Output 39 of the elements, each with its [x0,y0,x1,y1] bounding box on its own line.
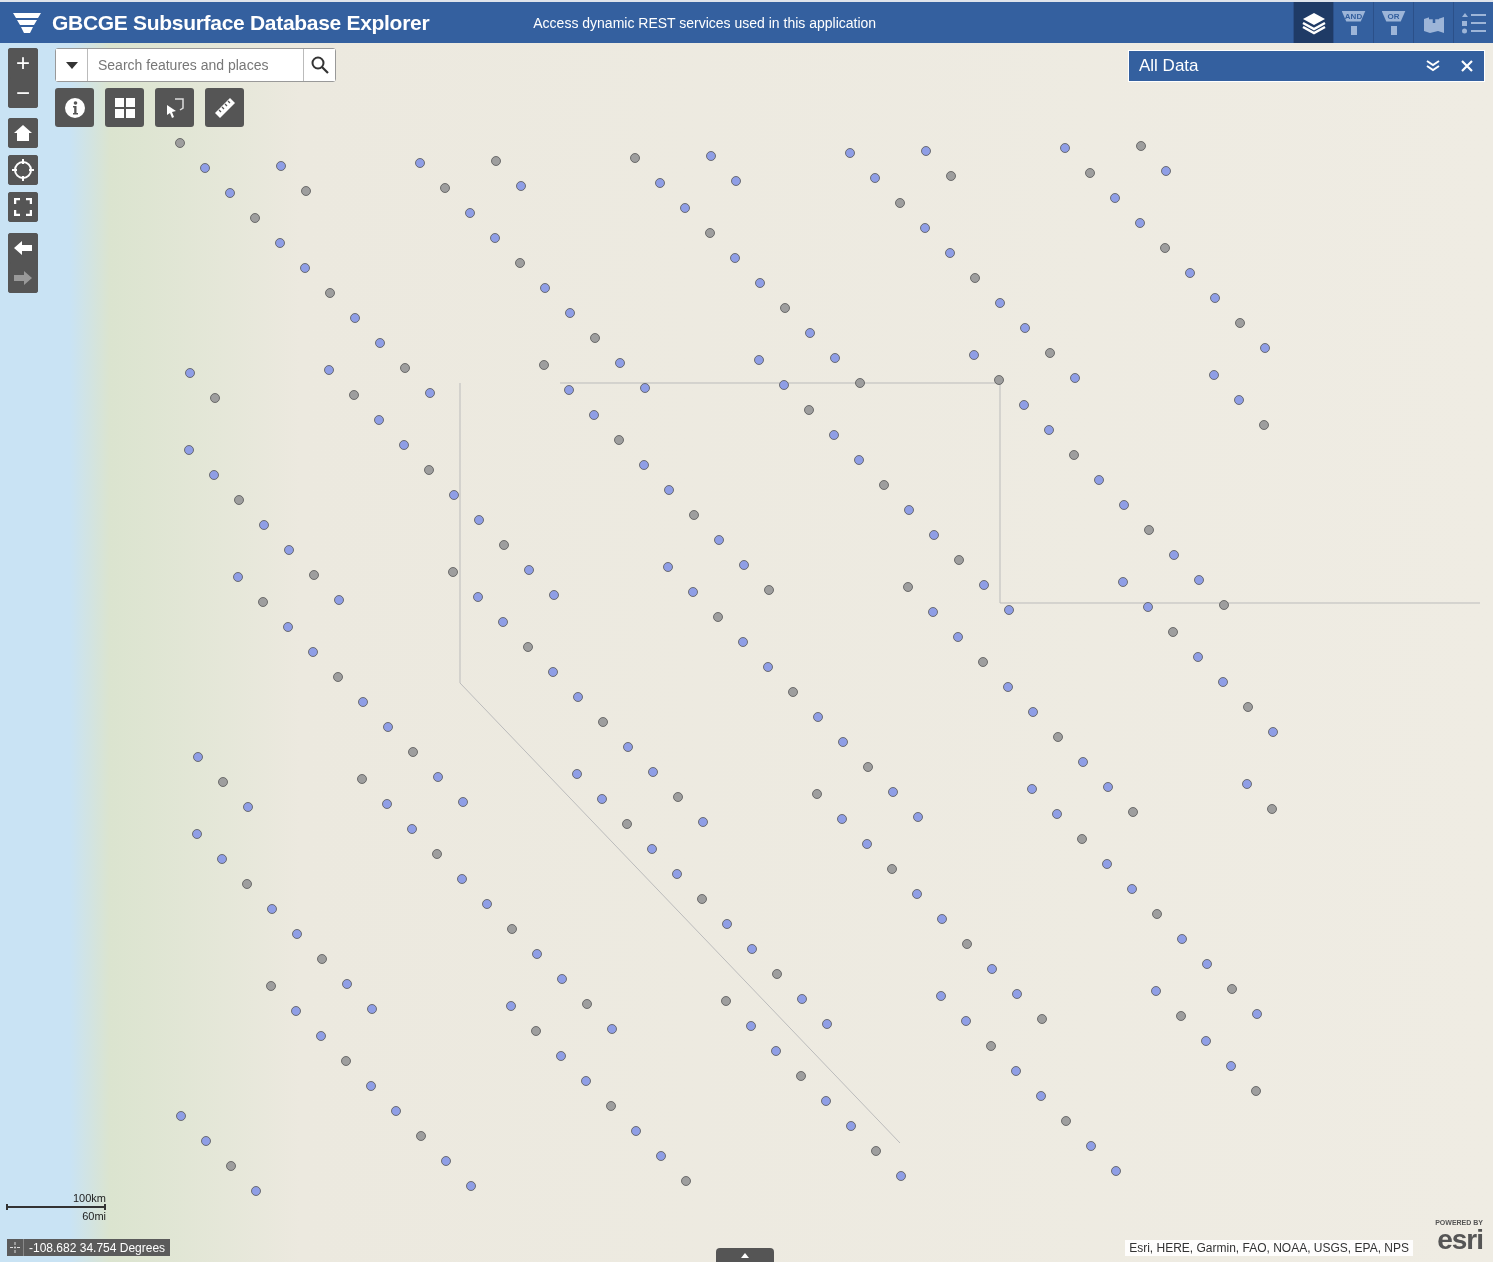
search-icon [310,56,329,74]
search-source-dropdown[interactable] [56,49,88,81]
coordinates-text: -108.682 34.754 Degrees [28,1240,167,1255]
rest-services-link[interactable]: Access dynamic REST services used in this application [533,14,877,31]
measure-tool-button[interactable] [205,88,244,127]
search-field[interactable]: Search features and places [88,49,303,81]
filter-icon: AND [1341,10,1366,35]
info-icon [63,96,86,119]
locate-icon [12,159,34,181]
arrow-left-icon [13,240,33,256]
home-button[interactable] [8,118,38,148]
search-button[interactable] [303,49,335,81]
caret-icon [65,61,78,69]
panel-title: All Data [1139,56,1199,76]
grid-tool-button[interactable] [105,88,144,127]
crosshair-icon [7,1239,24,1256]
esri-logo: esri [1437,1226,1483,1254]
list-icon [1460,11,1487,34]
app-title: GBCGE Subsurface Database Explorer [52,10,430,35]
logo-icon [12,10,42,35]
close-icon [1461,60,1473,72]
map-attribution: Esri, HERE, Garmin, FAO, NOAA, USGS, EPA, NPS [1125,1240,1413,1256]
layers-icon [1300,10,1327,35]
home-icon [13,124,33,142]
info-tool-button[interactable] [55,88,94,127]
scale-metric-label: 100km [72,1192,106,1204]
caret-up-icon [741,1252,749,1258]
grid-icon [114,97,135,118]
chevron-double-down-icon [1426,60,1440,72]
search-bar[interactable]: Search features and places [55,48,336,82]
select-tool-button[interactable] [155,88,194,127]
panel-handle[interactable] [716,1248,774,1262]
toolbar-button[interactable] [1293,2,1333,43]
locate-button[interactable] [8,155,38,185]
fullscreen-button[interactable] [8,192,38,222]
fullscreen-icon [14,198,32,216]
scale-imperial-label: 60mi [82,1210,106,1222]
arrow-right-icon [13,270,33,286]
filter-icon: OR [1381,10,1406,35]
